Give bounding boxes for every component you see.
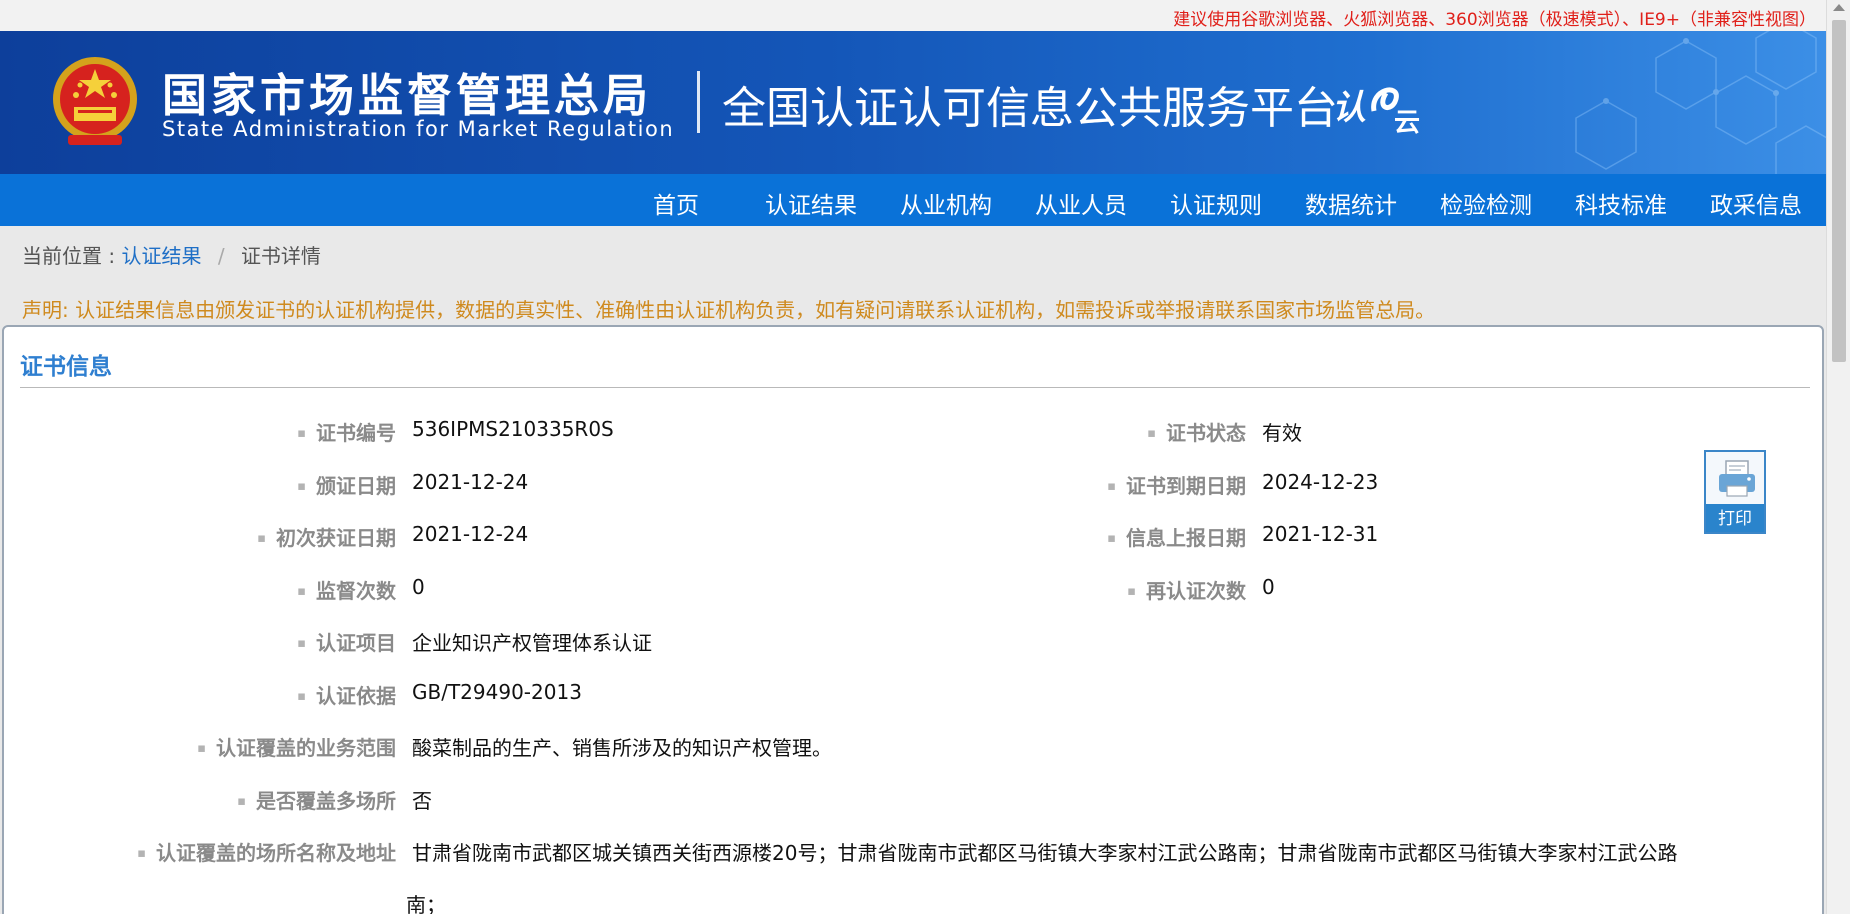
vertical-scrollbar[interactable] — [1826, 0, 1850, 914]
breadcrumb-current: 证书详情 — [240, 244, 321, 268]
renyun-logo-icon: 认 云 — [1332, 87, 1420, 135]
nav-procurement[interactable]: 政采信息 — [1710, 186, 1802, 220]
platform-title: 全国认证认可信息公共服务平台 — [722, 83, 1338, 134]
breadcrumb-link-results[interactable]: 认证结果 — [121, 244, 201, 268]
field-value: 酸菜制品的生产、销售所涉及的知识产权管理。 — [412, 736, 832, 760]
field-row-business-scope: 认证覆盖的业务范围 酸菜制品的生产、销售所涉及的知识产权管理。 — [4, 732, 1004, 762]
nav-cert-results[interactable]: 认证结果 — [765, 186, 857, 220]
field-label: 证书编号 — [297, 417, 396, 446]
nav-cert-rules[interactable]: 认证规则 — [1170, 186, 1262, 220]
nav-practitioners[interactable]: 从业人员 — [1035, 186, 1127, 220]
field-value: 否 — [412, 789, 432, 813]
field-label: 证书状态 — [1147, 417, 1246, 446]
field-value: 企业知识产权管理体系认证 — [412, 631, 652, 655]
field-value-continued: 南； — [406, 893, 446, 914]
panel-divider — [20, 387, 1810, 388]
nav-statistics[interactable]: 数据统计 — [1305, 186, 1397, 220]
field-value: 0 — [1262, 575, 1275, 599]
field-value: 0 — [412, 575, 425, 599]
print-button[interactable]: 打印 — [1704, 450, 1766, 534]
national-emblem-icon — [53, 57, 137, 145]
field-label: 监督次数 — [297, 575, 396, 604]
field-value: 甘肃省陇南市武都区城关镇西关街西源楼20号；甘肃省陇南市武都区马街镇大李家村江武… — [412, 841, 1678, 865]
field-row-first-issue-date: 初次获证日期 2021-12-24 — [4, 522, 1004, 552]
nav-inspection[interactable]: 检验检测 — [1440, 186, 1532, 220]
field-row-report-date: 信息上报日期 2021-12-31 — [904, 522, 1504, 552]
header-banner: 国家市场监督管理总局 State Administration for Mark… — [0, 31, 1826, 174]
field-value: 有效 — [1262, 421, 1302, 445]
main-nav: 首页 认证结果 从业机构 从业人员 认证规则 数据统计 检验检测 科技标准 政采… — [0, 174, 1826, 226]
browser-recommendation: 建议使用谷歌浏览器、火狐浏览器、360浏览器（极速模式）、IE9+（非兼容性视图… — [1173, 10, 1816, 30]
field-value: 2021-12-24 — [412, 522, 529, 546]
scrollbar-thumb[interactable] — [1832, 20, 1846, 362]
field-label: 证书到期日期 — [1107, 470, 1246, 499]
field-row-issue-date: 颁证日期 2021-12-24 — [4, 470, 1004, 500]
field-label: 信息上报日期 — [1107, 522, 1246, 551]
field-value: 2021-12-31 — [1262, 522, 1379, 546]
print-button-label: 打印 — [1718, 509, 1752, 529]
field-label: 认证覆盖的业务范围 — [197, 732, 396, 761]
disclaimer-notice: 声明: 认证结果信息由颁发证书的认证机构提供，数据的真实性、准确性由认证机构负责… — [22, 298, 1436, 322]
header-divider — [697, 71, 700, 133]
field-value: GB/T29490-2013 — [412, 680, 582, 704]
field-value: 2021-12-24 — [412, 470, 529, 494]
nav-home[interactable]: 首页 — [653, 186, 699, 220]
field-row-cert-status: 证书状态 有效 — [904, 417, 1504, 447]
certificate-info-panel: 证书信息 证书编号 536IPMS210335R0S 颁证日期 2021-12-… — [2, 325, 1824, 914]
field-value: 536IPMS210335R0S — [412, 417, 614, 441]
field-label: 颁证日期 — [297, 470, 396, 499]
field-label: 认证覆盖的场所名称及地址 — [137, 837, 396, 866]
field-label: 认证项目 — [297, 627, 396, 656]
field-row-cert-basis: 认证依据 GB/T29490-2013 — [4, 680, 1004, 710]
breadcrumb-separator: / — [217, 244, 225, 268]
field-row-cert-project: 认证项目 企业知识产权管理体系认证 — [4, 627, 1004, 657]
printer-icon — [1719, 460, 1755, 497]
nav-institutions[interactable]: 从业机构 — [900, 186, 992, 220]
top-notice-bar: 建议使用谷歌浏览器、火狐浏览器、360浏览器（极速模式）、IE9+（非兼容性视图… — [0, 0, 1826, 31]
breadcrumb: 当前位置 : 认证结果 / 证书详情 — [22, 240, 321, 269]
field-label: 是否覆盖多场所 — [237, 785, 396, 814]
scroll-up-arrow-icon[interactable] — [1833, 4, 1845, 11]
field-label: 再认证次数 — [1127, 575, 1246, 604]
breadcrumb-prefix: 当前位置 : — [22, 244, 116, 268]
field-row-multi-site: 是否覆盖多场所 否 — [4, 785, 1004, 815]
field-value: 2024-12-23 — [1262, 470, 1379, 494]
field-row-expiry-date: 证书到期日期 2024-12-23 — [904, 470, 1504, 500]
svg-text:认: 认 — [1332, 88, 1366, 128]
field-row-supervision-count: 监督次数 0 — [4, 575, 1004, 605]
svg-text:云: 云 — [1394, 108, 1420, 135]
field-row-site-address: 认证覆盖的场所名称及地址 甘肃省陇南市武都区城关镇西关街西源楼20号；甘肃省陇南… — [4, 837, 1804, 914]
field-label: 认证依据 — [297, 680, 396, 709]
field-row-recert-count: 再认证次数 0 — [904, 575, 1504, 605]
panel-title: 证书信息 — [20, 354, 112, 380]
org-name-en: State Administration for Market Regulati… — [162, 117, 675, 141]
org-name-cn: 国家市场监督管理总局 — [162, 69, 653, 122]
nav-standards[interactable]: 科技标准 — [1575, 186, 1667, 220]
field-row-cert-number: 证书编号 536IPMS210335R0S — [4, 417, 1004, 447]
field-label: 初次获证日期 — [257, 522, 396, 551]
